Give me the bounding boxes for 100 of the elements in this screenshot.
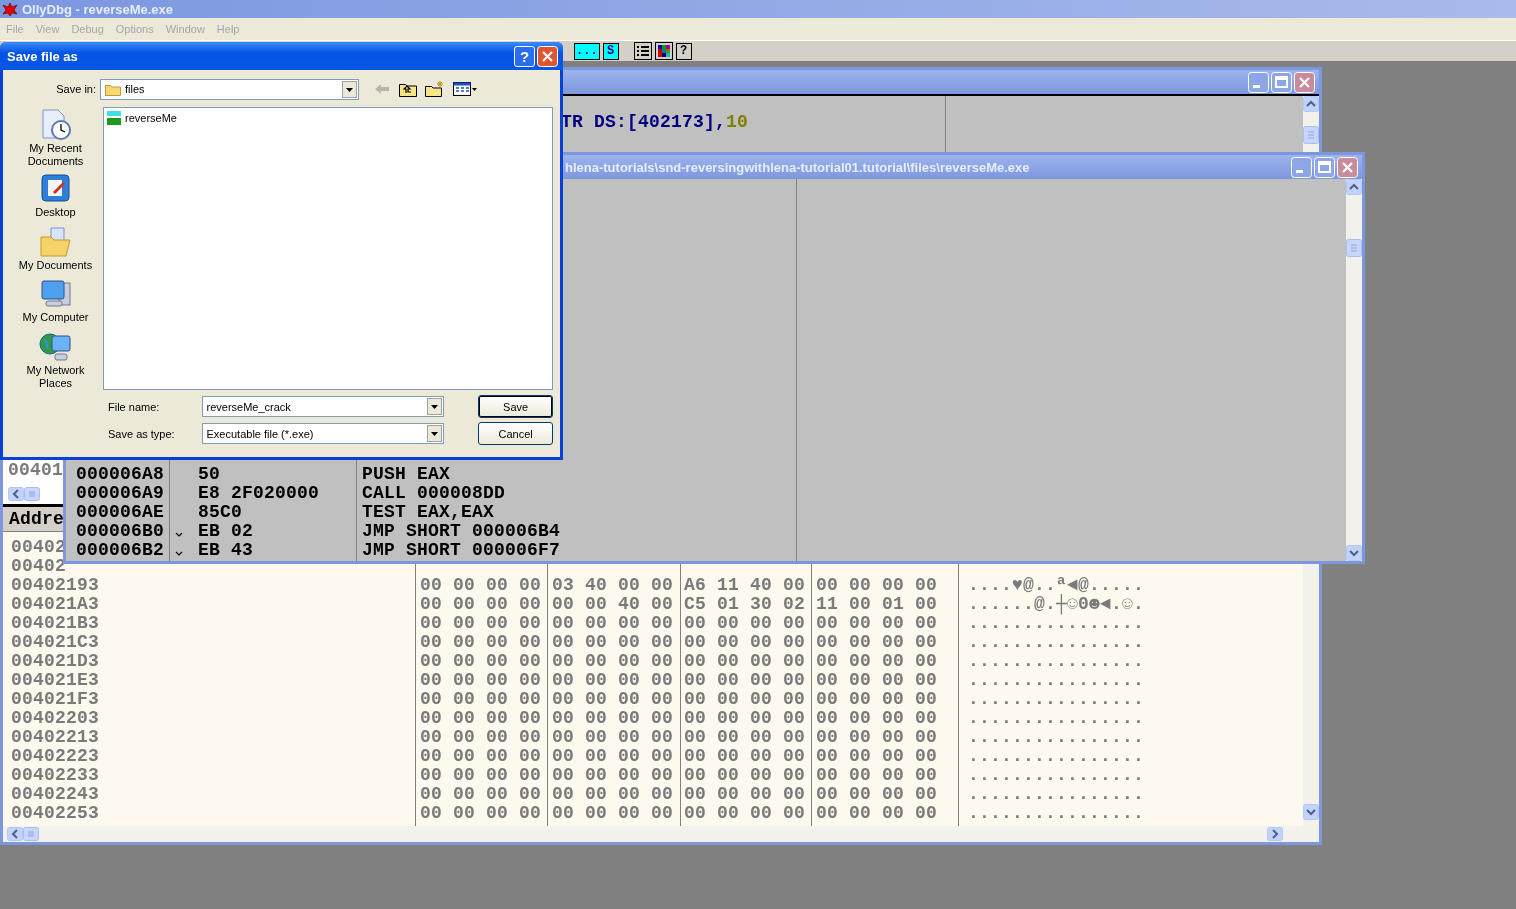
address-cell-text: 000006A8	[76, 465, 165, 484]
address-cell-text: 000006AE	[76, 503, 165, 522]
dump-address: 00402	[11, 557, 66, 576]
save-type-label: Save as type:	[107, 427, 176, 440]
globe-computer-icon	[38, 330, 73, 364]
place-label[interactable]: Desktop	[10, 206, 101, 219]
dump-address: 00402193	[11, 576, 99, 595]
dropdown-button[interactable]	[427, 425, 443, 442]
ascii-text: ................	[968, 690, 1145, 709]
toolbar-button[interactable]: S	[602, 42, 619, 60]
hex-cell: 50	[198, 465, 220, 484]
ascii-text: ....♥@..ª◄@.....	[968, 576, 1145, 595]
folder-icon	[105, 82, 121, 96]
address-cell-text: 000006B2	[76, 541, 165, 560]
color-grid-icon[interactable]	[654, 42, 673, 60]
ascii-text: ................	[968, 633, 1145, 652]
ascii-text: ................	[968, 728, 1145, 747]
place-label[interactable]: My Documents	[10, 258, 101, 272]
instruction-cell-text: CALL 000008DD	[362, 484, 507, 503]
instruction-cell-text: JMP SHORT 000006F7	[362, 541, 562, 560]
column-header[interactable]: Addre	[9, 509, 64, 529]
hex-bytes: 00 00 00 00 00 00 00 00 00 00 00 00 00 00 00 00	[420, 652, 938, 671]
app-title: OllyDbg - reverseMe.exe	[22, 1, 174, 17]
hex-bytes: 00 00 00 00 00 00 00 00 00 00 00 00 00 00 00 00	[420, 785, 938, 804]
dump-address: 004021D3	[11, 652, 99, 671]
hex-bytes: 00 00 00 00 00 00 00 00 00 00 00 00 00 00 00 00	[420, 766, 938, 785]
ascii-text: ................	[968, 747, 1145, 766]
dump-address: 00402243	[11, 785, 99, 804]
instruction-cell-text: TEST EAX,EAX	[362, 503, 496, 522]
scroll-up-button[interactable]	[1346, 179, 1362, 195]
window-title: hlena-tutorials\snd-reversingwithlena-tutorial01.tutorial\files\reverseMe.exe	[565, 159, 1030, 175]
scroll-right-button[interactable]	[1267, 827, 1283, 841]
dump-address: 00402223	[11, 747, 99, 766]
scroll-thumb[interactable]	[24, 487, 40, 501]
scroll-thumb[interactable]	[1303, 126, 1319, 144]
toolbar-button[interactable]: ...	[574, 42, 600, 60]
hex-bytes: 00 00 00 00 03 40 00 00 A6 11 40 00 00 00 00 00	[420, 576, 938, 595]
scroll-thumb[interactable]	[1346, 239, 1362, 257]
save-button[interactable]: Save	[478, 395, 553, 418]
save-in-dropdown[interactable]: files	[100, 78, 359, 100]
place-label[interactable]: My Computer	[10, 311, 101, 325]
hex-cell: EB 43	[198, 541, 253, 560]
ascii-text: ................	[968, 766, 1145, 785]
dump-address: 00402233	[11, 766, 99, 785]
dump-address: 00402	[11, 538, 66, 557]
help-button[interactable]: ?	[514, 45, 535, 67]
hex-bytes: 00 00 00 00 00 00 00 00 00 00 00 00 00 00 00 00	[420, 690, 938, 709]
hex-bytes: 00 00 00 00 00 00 00 00 00 00 00 00 00 00 00 00	[420, 614, 938, 633]
file-name-label: File name:	[107, 400, 161, 413]
dump-address: 004021F3	[11, 690, 99, 709]
dump-address: 004021C3	[11, 633, 99, 652]
list-icon[interactable]	[633, 42, 652, 60]
folder-icon	[38, 224, 73, 259]
dump-address: 00402213	[11, 728, 99, 747]
hex-bytes: 00 00 00 00 00 00 00 00 00 00 00 00 00 00 00 00	[420, 671, 938, 690]
hex-bytes: 00 00 00 00 00 00 00 00 00 00 00 00 00 00 00 00	[420, 633, 938, 652]
place-label[interactable]: My Recent Documents	[10, 142, 101, 168]
ascii-text: ................	[968, 804, 1145, 823]
ascii-text: ................	[968, 652, 1145, 671]
dump-address: 00402203	[11, 709, 99, 728]
scroll-down-button[interactable]	[1303, 804, 1319, 820]
file-name-field[interactable]: reverseMe_crack	[201, 396, 445, 417]
hex-bytes: 00 00 00 00 00 00 40 00 C5 01 30 02 11 00 01 00	[420, 595, 938, 614]
scroll-left-button[interactable]	[7, 827, 23, 841]
address-text: 00401	[8, 461, 63, 479]
ascii-text: ................	[968, 785, 1145, 804]
ascii-text: ................	[968, 671, 1145, 690]
scroll-left-button[interactable]	[8, 487, 24, 501]
hex-bytes: 00 00 00 00 00 00 00 00 00 00 00 00 00 00 00 00	[420, 804, 938, 823]
file-type-dropdown[interactable]: Executable file (*.exe)	[201, 423, 445, 444]
list-item[interactable]: reverseMe	[124, 112, 178, 124]
hex-bytes: 00 00 00 00 00 00 00 00 00 00 00 00 00 00 00 00	[420, 728, 938, 747]
help-button[interactable]: ?	[675, 42, 692, 60]
save-in-label: Save in:	[55, 83, 97, 95]
place-label[interactable]: My Network Places	[10, 364, 101, 390]
dialog-title: Save file as	[7, 48, 78, 64]
hex-cell: 85C0	[198, 503, 242, 522]
dropdown-button[interactable]	[427, 398, 443, 415]
dropdown-button[interactable]	[342, 80, 357, 98]
scroll-up-button[interactable]	[1303, 96, 1319, 112]
program-icon	[106, 110, 122, 126]
folder-up-icon[interactable]	[399, 81, 417, 97]
new-folder-icon[interactable]	[425, 81, 445, 97]
view-menu-icon[interactable]	[453, 82, 477, 96]
ascii-text: ................	[968, 709, 1145, 728]
scroll-down-button[interactable]	[1346, 545, 1362, 561]
scroll-thumb[interactable]	[23, 827, 39, 841]
address-cell-text: 000006B0	[76, 522, 165, 541]
hex-bytes: 00 00 00 00 00 00 00 00 00 00 00 00 00 00 00 00	[420, 747, 938, 766]
dump-address: 00402253	[11, 804, 99, 823]
dump-address: 004021A3	[11, 595, 99, 614]
ascii-text: ......@.┼☺0☻◄.☺.	[968, 595, 1145, 614]
ascii-text: ................	[968, 614, 1145, 633]
bug-icon	[2, 1, 18, 17]
cancel-button[interactable]: Cancel	[478, 422, 553, 445]
hex-cell: EB 02	[198, 522, 253, 541]
instruction-cell-text: PUSH EAX	[362, 465, 451, 484]
close-button[interactable]	[537, 45, 558, 67]
dump-address: 004021E3	[11, 671, 99, 690]
hex-bytes: 00 00 00 00 00 00 00 00 00 00 00 00 00 00 00 00	[420, 709, 938, 728]
